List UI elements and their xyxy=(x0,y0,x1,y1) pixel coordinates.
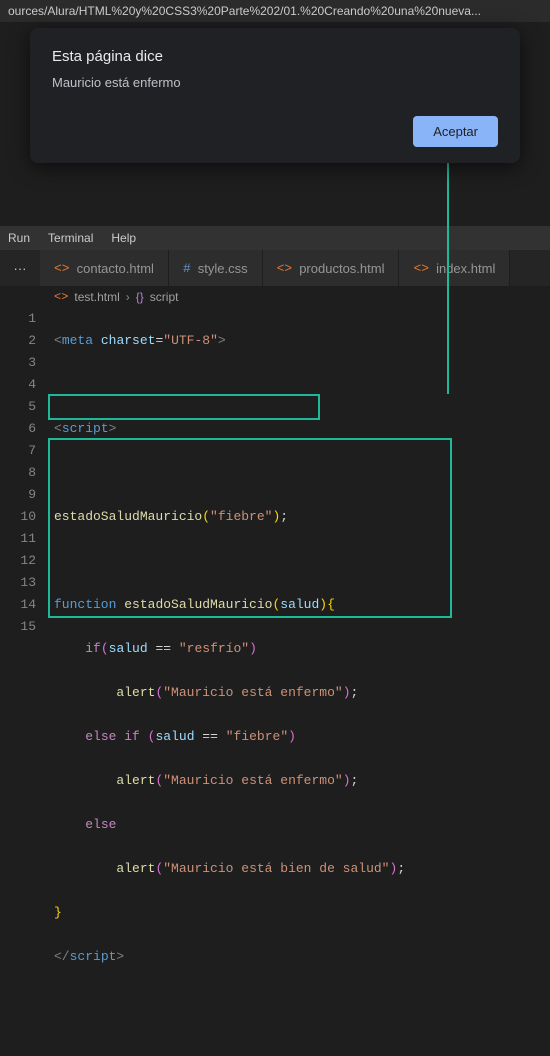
menu-terminal[interactable]: Terminal xyxy=(48,231,93,245)
html-icon: <> xyxy=(277,261,293,276)
dialog-title: Esta página dice xyxy=(52,48,498,65)
editor[interactable]: 123456789101112131415 <meta charset="UTF… xyxy=(0,308,550,617)
breadcrumb: <> test.html › {} script xyxy=(54,286,178,308)
html-icon: <> xyxy=(54,261,70,276)
tab-bar: ··· <> contacto.html # style.css <> prod… xyxy=(0,250,550,286)
gutter: 123456789101112131415 xyxy=(0,308,54,617)
breadcrumb-file[interactable]: test.html xyxy=(74,290,119,304)
tab-productos[interactable]: <> productos.html xyxy=(263,250,400,286)
code-area[interactable]: <meta charset="UTF-8"> <script> estadoSa… xyxy=(54,308,550,617)
menu-bar: Run Terminal Help xyxy=(0,226,550,250)
dialog-message: Mauricio está enfermo xyxy=(52,75,498,90)
more-icon[interactable]: ··· xyxy=(0,250,40,286)
dialog-actions: Aceptar xyxy=(52,116,498,147)
highlight-box-call xyxy=(48,394,320,420)
menu-help[interactable]: Help xyxy=(111,231,136,245)
tab-contacto[interactable]: <> contacto.html xyxy=(40,250,169,286)
url-bar: ources/Alura/HTML%20y%20CSS3%20Parte%202… xyxy=(0,0,550,22)
menu-run[interactable]: Run xyxy=(8,231,30,245)
html-icon: <> xyxy=(54,290,68,304)
css-icon: # xyxy=(183,261,191,276)
symbol-icon: {} xyxy=(136,290,144,304)
chevron-right-icon: › xyxy=(126,290,130,304)
tab-label: style.css xyxy=(198,261,248,276)
tab-style[interactable]: # style.css xyxy=(169,250,263,286)
tab-label: contacto.html xyxy=(77,261,154,276)
tab-label: index.html xyxy=(436,261,495,276)
html-icon: <> xyxy=(413,261,429,276)
breadcrumb-symbol[interactable]: script xyxy=(150,290,179,304)
accept-button[interactable]: Aceptar xyxy=(413,116,498,147)
tab-index[interactable]: <> index.html xyxy=(399,250,510,286)
alert-dialog: Esta página dice Mauricio está enfermo A… xyxy=(30,28,520,163)
tab-label: productos.html xyxy=(299,261,384,276)
